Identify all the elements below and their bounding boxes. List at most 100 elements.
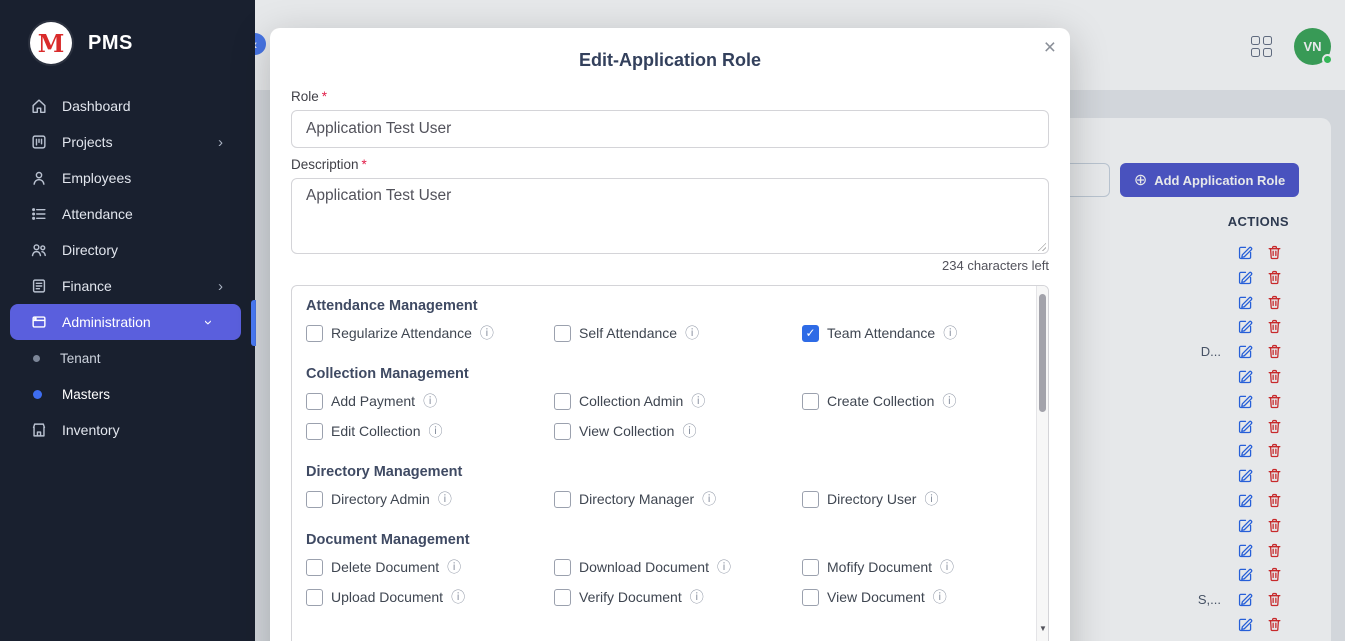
info-icon[interactable]: ⓘ — [480, 323, 494, 343]
checkbox[interactable] — [802, 559, 819, 576]
permission-item: Create Collection ⓘ — [802, 392, 1049, 410]
permission-grid: Directory AdminⓘDirectory ManagerⓘDirect… — [306, 490, 1038, 508]
info-icon[interactable]: ⓘ — [940, 557, 954, 577]
description-label-text: Description — [291, 157, 359, 172]
checkbox[interactable] — [554, 393, 571, 410]
permission-label: Download Document — [579, 559, 709, 575]
checkbox[interactable] — [306, 559, 323, 576]
sidebar-item-inventory[interactable]: Inventory — [0, 412, 255, 448]
sidebar-item-dashboard[interactable]: Dashboard — [0, 88, 255, 124]
attendance-icon — [30, 205, 48, 223]
permission-grid: Regularize AttendanceⓘSelf Attendanceⓘ✓T… — [306, 324, 1038, 342]
sidebar-item-label: Employees — [62, 170, 131, 186]
chevron-down-icon: › — [200, 320, 217, 325]
permission-label: Create Collection — [827, 393, 934, 409]
permission-item: Upload Document ⓘ — [306, 588, 554, 606]
permission-label: Mofify Document — [827, 559, 932, 575]
info-icon[interactable]: ⓘ — [438, 489, 452, 509]
permission-section: Collection ManagementAdd PaymentⓘCollect… — [306, 366, 1038, 440]
permission-item: Verify Documentⓘ — [554, 588, 802, 606]
checkbox[interactable] — [802, 491, 819, 508]
info-icon[interactable]: ⓘ — [943, 323, 957, 343]
description-input[interactable]: Application Test User — [291, 178, 1049, 254]
modal-title: Edit-Application Role — [270, 50, 1070, 71]
directory-icon — [30, 241, 48, 259]
checkbox[interactable] — [306, 393, 323, 410]
permission-label: Add Payment — [331, 393, 415, 409]
sidebar-item-administration[interactable]: Administration› — [10, 304, 241, 340]
checkbox-checked[interactable]: ✓ — [802, 325, 819, 342]
info-icon[interactable]: ⓘ — [429, 421, 443, 441]
checkbox[interactable] — [306, 325, 323, 342]
info-icon[interactable]: ⓘ — [702, 489, 716, 509]
chevron-right-icon: › — [218, 278, 223, 295]
permission-grid: Add Payment ⓘ Collection Admin ⓘ Create Coll… — [306, 392, 1038, 440]
info-icon[interactable]: ⓘ — [691, 391, 705, 411]
logo-letter: M — [38, 29, 65, 58]
info-icon[interactable]: ⓘ — [942, 391, 956, 411]
permission-item: Directory Managerⓘ — [554, 490, 802, 508]
info-icon[interactable]: ⓘ — [451, 587, 465, 607]
info-icon[interactable]: ⓘ — [682, 421, 696, 441]
permission-item: Collection Admin ⓘ — [554, 392, 802, 410]
checkbox[interactable] — [554, 559, 571, 576]
info-icon[interactable]: ⓘ — [924, 489, 938, 509]
edit-application-role-modal: × Edit-Application Role Role* Descriptio… — [270, 28, 1070, 641]
checkbox[interactable] — [554, 589, 571, 606]
sidebar-item-label: Attendance — [62, 206, 133, 222]
checkbox[interactable] — [554, 325, 571, 342]
permission-label: View Collection — [579, 423, 674, 439]
required-asterisk: * — [322, 89, 327, 104]
sidebar-subitem-tenant[interactable]: Tenant — [0, 340, 255, 376]
sidebar-item-label: Projects — [62, 134, 113, 150]
permission-label: Directory Admin — [331, 491, 430, 507]
characters-left-counter: 234 characters left — [942, 258, 1049, 273]
sidebar-nav: DashboardProjects›EmployeesAttendanceDir… — [0, 88, 255, 448]
permission-section: Attendance Management Regularize Attendan… — [306, 298, 1038, 342]
sidebar-subitem-masters[interactable]: Masters — [0, 376, 255, 412]
scrollbar[interactable]: ▼ — [1036, 286, 1048, 641]
sidebar: M PMS DashboardProjects›EmployeesAttenda… — [0, 0, 255, 641]
checkbox[interactable] — [306, 423, 323, 440]
projects-icon — [30, 133, 48, 151]
info-icon[interactable]: ⓘ — [933, 587, 947, 607]
section-title: Attendance Management — [306, 298, 1038, 314]
sidebar-item-label: Dashboard — [62, 98, 131, 114]
permission-item: Directory Admin ⓘ — [306, 490, 554, 508]
scrollbar-down-arrow-icon[interactable]: ▼ — [1038, 624, 1048, 633]
sidebar-item-label: Finance — [62, 278, 112, 294]
checkbox[interactable] — [554, 491, 571, 508]
sidebar-subitem-label: Masters — [62, 387, 110, 402]
sidebar-item-finance[interactable]: Finance › — [0, 268, 255, 304]
permission-label: Collection Admin — [579, 393, 683, 409]
screen: M PMS DashboardProjects›EmployeesAttenda… — [0, 0, 1345, 641]
role-input[interactable] — [291, 110, 1049, 148]
sidebar-item-attendance[interactable]: Attendance — [0, 196, 255, 232]
checkbox[interactable] — [802, 589, 819, 606]
logo-icon: M — [30, 22, 72, 64]
checkbox[interactable] — [554, 423, 571, 440]
checkbox[interactable] — [802, 393, 819, 410]
permission-grid: Delete DocumentⓘDownload DocumentⓘMofify… — [306, 558, 1038, 606]
info-icon[interactable]: ⓘ — [717, 557, 731, 577]
info-icon[interactable]: ⓘ — [685, 323, 699, 343]
permission-item: Delete Documentⓘ — [306, 558, 554, 576]
sidebar-item-projects[interactable]: Projects› — [0, 124, 255, 160]
sidebar-item-employees[interactable]: Employees — [0, 160, 255, 196]
permission-section: Directory ManagementDirectory AdminⓘDire… — [306, 464, 1038, 508]
info-icon[interactable]: ⓘ — [447, 557, 461, 577]
permission-item: Edit Collectionⓘ — [306, 422, 554, 440]
info-icon[interactable]: ⓘ — [690, 587, 704, 607]
info-icon[interactable]: ⓘ — [423, 391, 437, 411]
checkbox[interactable] — [306, 589, 323, 606]
inventory-icon — [30, 421, 48, 439]
section-title: Document Management — [306, 532, 1038, 548]
permission-item: Self Attendanceⓘ — [554, 324, 802, 342]
permissions-panel: Attendance Management Regularize Attendan… — [291, 285, 1049, 641]
sidebar-item-directory[interactable]: Directory — [0, 232, 255, 268]
checkbox[interactable] — [306, 491, 323, 508]
scrollbar-thumb[interactable] — [1039, 294, 1046, 412]
permission-item: Regularize Attendanceⓘ — [306, 324, 554, 342]
permission-label: Upload Document — [331, 589, 443, 605]
section-title: Directory Management — [306, 464, 1038, 480]
